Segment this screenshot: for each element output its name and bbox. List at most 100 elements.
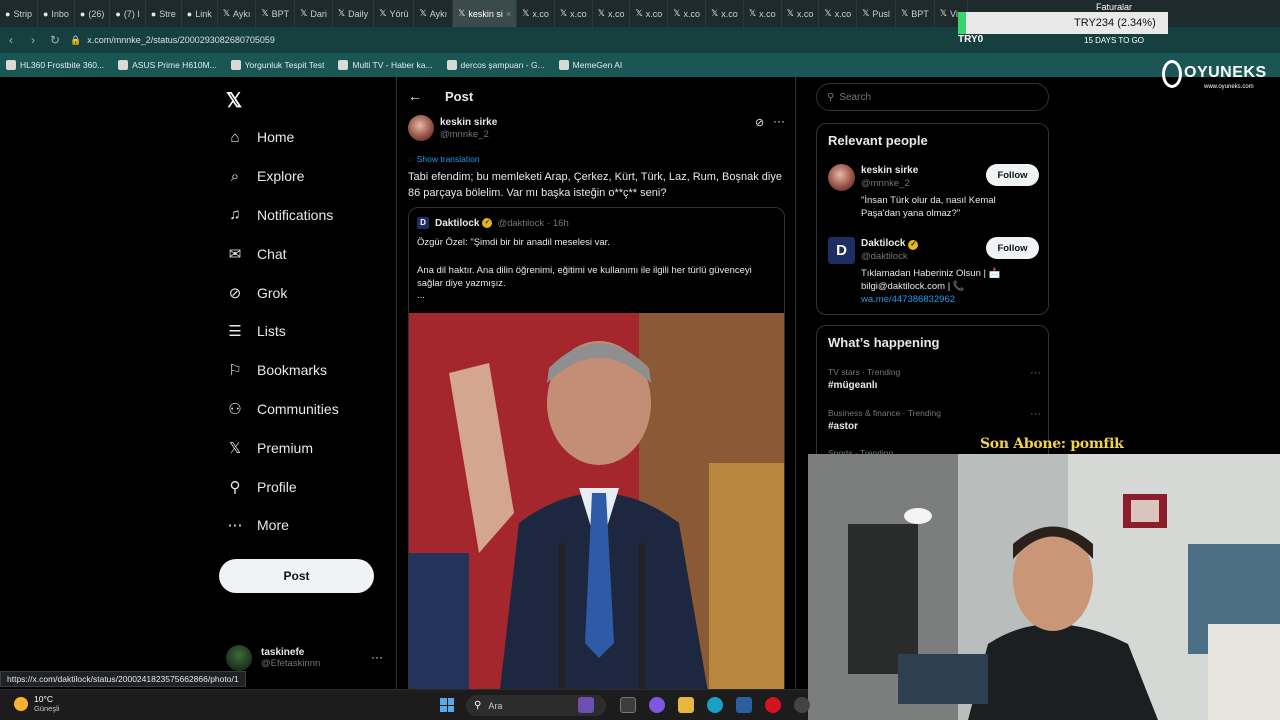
bookmark-item[interactable]: Multi TV - Haber ka... [338,60,433,70]
sidebar-item-explore[interactable]: ⌕ Explore [226,157,396,196]
back-arrow-icon[interactable]: ‹ [0,33,22,47]
browser-tab[interactable]: ● (7) I [110,0,146,27]
author-name[interactable]: keskin sirke [440,117,497,128]
browser-tab[interactable]: 𝕏x.co [782,0,820,27]
search-input[interactable] [839,91,1030,103]
browser-tab[interactable]: ● Inbo [38,0,75,27]
sidebar-item-premium[interactable]: 𝕏 Premium [226,428,396,467]
browser-tab[interactable]: 𝕏 Aykı [414,0,454,27]
browser-tab[interactable]: 𝕏x.co [630,0,669,27]
browser-tab[interactable]: 𝕏x.co [593,0,631,27]
avatar[interactable] [828,164,855,191]
follow-button[interactable]: Follow [986,237,1039,259]
browser-tab[interactable]: 𝕏x.co [555,0,593,27]
sidebar-item-home[interactable]: ⌂ Home [226,118,396,157]
person-name[interactable]: Daktilock ✓ [861,238,919,250]
bookmark-label: Yorgunluk Tespit Test [244,60,325,70]
edge-icon[interactable] [707,697,723,713]
opera-icon[interactable] [765,697,781,713]
trend-topic: #mügeanlı [828,380,878,391]
tab-label: Dari [310,8,327,19]
sidebar-item-grok[interactable]: ⊘ Grok [226,273,396,312]
trend-item[interactable]: Business & finance · Trending #astor ··· [828,408,1043,432]
windows-start-icon[interactable] [440,698,454,712]
browser-tab[interactable]: 𝕏 Pusl [857,0,896,27]
account-switcher[interactable]: taskinefe @Efetaskinnn ··· [226,642,386,674]
bookmark-item[interactable]: dercos şampuan - G... [446,60,545,70]
browser-tab[interactable]: 𝕏 Daily [333,0,375,27]
grok-icon: ⊘ [228,284,242,302]
more-icon[interactable]: ··· [1030,367,1041,379]
post-button[interactable]: Post [219,559,374,593]
card-title: Relevant people [828,133,928,148]
follow-button[interactable]: Follow [986,164,1039,186]
copilot-icon[interactable] [649,697,665,713]
sidebar-item-chat[interactable]: ✉ Chat [226,234,396,273]
search-box[interactable]: ⚲ [816,83,1049,111]
browser-tab[interactable]: 𝕏x.co [819,0,858,27]
quote-handle: @daktilock [497,217,545,229]
avatar[interactable] [408,115,434,141]
browser-tab[interactable]: 𝕏x.co [744,0,782,27]
quoted-post[interactable]: D Daktilock ✓ @daktilock · 16h Özgür Öze… [408,207,785,697]
url-field[interactable]: x.com/mnnke_2/status/2000293082680705059 [87,35,275,45]
task-view-icon[interactable] [620,697,636,713]
browser-tab[interactable]: 𝕏 BPT [896,0,935,27]
sidebar-item-notifications[interactable]: ♫ Notifications [226,196,396,235]
grok-icon[interactable]: ⊘ [755,116,764,129]
weather-widget[interactable]: 10°C Güneşli [14,694,59,713]
close-icon[interactable]: × [506,9,511,19]
sidebar-item-lists[interactable]: ☰ Lists [226,312,396,351]
quote-photo[interactable] [409,313,784,696]
browser-tab[interactable]: 𝕏keskin si × [453,0,518,27]
browser-tab[interactable]: 𝕏 Yörü [374,0,415,27]
sidebar-item-bookmarks[interactable]: ⚐ Bookmarks [226,351,396,390]
reload-icon[interactable]: ↻ [44,33,66,47]
sidebar-item-profile[interactable]: ⚲ Profile [226,467,396,506]
x-icon: 𝕏 [300,8,308,18]
tab-label: Inbo [51,8,69,19]
browser-tab[interactable]: 𝕏 Aykı [218,0,257,27]
sidebar-item-label: Profile [257,478,297,495]
browser-tab[interactable]: ● Link [182,0,218,27]
back-arrow-icon[interactable]: ← [408,88,422,104]
browser-tab[interactable]: ● Strip [0,0,38,27]
more-icon[interactable]: ··· [371,650,383,664]
forward-arrow-icon[interactable]: › [22,33,44,47]
browser-tab[interactable]: 𝕏x.co [668,0,707,27]
more-icon[interactable]: ··· [1030,408,1041,420]
file-explorer-icon[interactable] [678,697,694,713]
more-icon[interactable]: ··· [773,114,785,128]
weather-text: Güneşli [34,704,60,713]
tab-label: Strip [13,8,32,19]
author-handle[interactable]: @mnnke_2 [440,129,497,140]
browser-tab[interactable]: 𝕏 Dari [295,0,333,27]
bookmark-item[interactable]: Yorgunluk Tespit Test [230,60,325,70]
brand-name: OYUNEKS [1184,64,1267,81]
bookmark-item[interactable]: ASUS Prime H610M... [118,60,217,70]
post-author[interactable]: keskin sirke @mnnke_2 [408,115,497,141]
store-icon[interactable] [736,697,752,713]
game-app-icon[interactable] [578,697,594,713]
faturalar-label: Faturalar [1096,2,1133,12]
browser-tab[interactable]: ● Stre [146,0,182,27]
kick-icon: ● [150,8,157,19]
obs-icon[interactable] [794,697,810,713]
sidebar-item-label: Bookmarks [257,362,328,379]
trend-item[interactable]: TV stars · Trending #mügeanlı ··· [828,367,1043,391]
daktilock-logo-icon[interactable]: D [828,237,855,264]
bio-link[interactable]: wa.me/447386832962 [861,294,955,305]
sidebar-item-communities[interactable]: ⚇ Communities [226,390,396,429]
stock-ticker-overlay: TRY234 (2.34%) [958,12,1168,34]
bookmark-item[interactable]: HL360 Frostbite 360... [6,60,104,70]
sidebar-item-more[interactable]: ⋯ More [226,506,396,545]
person-name[interactable]: keskin sirke [861,165,918,176]
browser-tab[interactable]: 𝕏 BPT [256,0,296,27]
bookmark-item[interactable]: MemeGen AI [558,60,622,70]
show-translation-link[interactable]: ◌ Show translation [408,154,480,164]
browser-tab[interactable]: 𝕏x.co [706,0,744,27]
browser-tab[interactable]: ● (26) [75,0,111,27]
x-logo-icon[interactable]: 𝕏 [226,88,242,113]
sidebar-item-label: Communities [257,400,339,417]
browser-tab[interactable]: 𝕏x.co [517,0,555,27]
